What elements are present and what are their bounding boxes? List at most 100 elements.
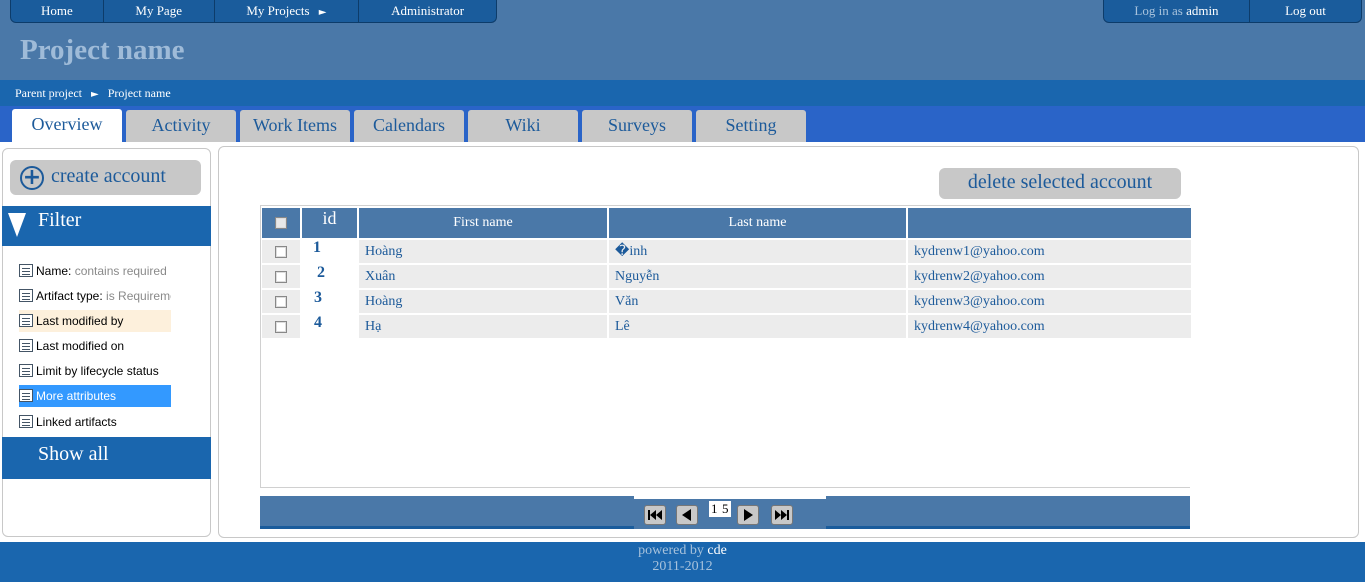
delete-selected-button[interactable]: delete selected account	[939, 168, 1181, 199]
breadcrumb-current: Project name	[107, 86, 171, 100]
pager-controls: 1 5	[634, 496, 826, 529]
filter-item-linked-artifacts[interactable]: Linked artifacts	[19, 411, 171, 433]
lifecycle-icon	[19, 364, 33, 377]
row-select-cell	[262, 290, 300, 313]
sidebar: + create account Filter Name: contains r…	[2, 148, 211, 537]
cell-first-name: Hoàng	[359, 240, 607, 263]
tab-activity[interactable]: Activity	[126, 110, 236, 142]
tab-setting[interactable]: Setting	[696, 110, 806, 142]
create-account-button[interactable]: + create account	[10, 160, 201, 195]
cell-last-name: Văn	[609, 290, 906, 313]
next-page-button[interactable]	[737, 505, 759, 525]
tab-overview[interactable]: Overview	[12, 109, 122, 142]
filter-item-last-modified-by[interactable]: Last modified by	[19, 310, 171, 332]
filter-item-label: Last modified on	[36, 339, 125, 353]
arrow-right-icon: ►	[318, 7, 327, 18]
prev-page-icon	[682, 509, 691, 521]
cell-id: 3	[302, 290, 357, 313]
row-checkbox[interactable]	[275, 295, 287, 308]
filter-item-label: Linked artifacts	[36, 415, 117, 429]
login-user: admin	[1186, 3, 1219, 18]
pager-controls-bg: 1 5	[634, 499, 826, 529]
artifact-icon	[19, 289, 33, 302]
first-page-button[interactable]	[644, 505, 666, 525]
cell-id: 1	[302, 240, 357, 263]
filter-header[interactable]: Filter	[2, 206, 211, 246]
list-icon	[19, 264, 33, 277]
breadcrumb-parent[interactable]: Parent project	[15, 86, 82, 100]
breadcrumb-separator-icon: ►	[90, 89, 99, 100]
cell-id: 2	[302, 265, 357, 288]
tab-work-items[interactable]: Work Items	[240, 110, 350, 142]
nav-my-projects-label: My Projects	[246, 3, 310, 18]
tab-bar: Overview Activity Work Items Calendars W…	[0, 106, 1365, 142]
row-checkbox[interactable]	[275, 245, 287, 258]
cell-email: kydrenw3@yahoo.com	[908, 290, 1191, 313]
pager: 1 5	[260, 496, 1190, 529]
logout-link[interactable]: Log out	[1250, 0, 1361, 22]
list-icon	[19, 389, 33, 402]
row-select-cell	[262, 240, 300, 263]
header-last-name[interactable]: Last name	[609, 208, 906, 238]
triangle-down-icon	[8, 213, 26, 237]
filter-item-name[interactable]: Name: contains required	[19, 260, 171, 282]
total-pages: 5	[720, 501, 731, 517]
nav-my-page[interactable]: My Page	[104, 0, 215, 22]
nav-administrator[interactable]: Administrator	[359, 0, 496, 22]
cell-email: kydrenw1@yahoo.com	[908, 240, 1191, 263]
footer: powered by cde 2011-2012	[0, 542, 1365, 582]
filter-item-lifecycle-status[interactable]: Limit by lifecycle status	[19, 360, 171, 382]
cell-email: kydrenw2@yahoo.com	[908, 265, 1191, 288]
current-page: 1	[709, 501, 720, 517]
powered-name[interactable]: cde	[707, 543, 726, 558]
last-page-button[interactable]	[771, 505, 793, 525]
table-row[interactable]: 1 Hoàng �inh kydrenw1@yahoo.com	[261, 240, 1191, 263]
filter-item-label: Artifact type:	[36, 289, 103, 303]
cell-first-name: Xuân	[359, 265, 607, 288]
select-all-cell	[262, 208, 300, 238]
prev-page-button[interactable]	[676, 505, 698, 525]
cell-first-name: Hạ	[359, 315, 607, 338]
breadcrumb: Parent project ► Project name	[0, 80, 1365, 106]
filter-item-last-modified-on[interactable]: Last modified on	[19, 335, 171, 357]
filter-item-label: Name:	[36, 264, 72, 278]
nav-my-projects[interactable]: My Projects ►	[215, 0, 360, 22]
row-checkbox[interactable]	[275, 270, 287, 283]
powered-by: powered by cde	[0, 543, 1365, 559]
table-row[interactable]: 2 Xuân Nguyễn kydrenw2@yahoo.com	[261, 265, 1191, 288]
footer-years: 2011-2012	[652, 559, 713, 574]
top-header: Home My Page My Projects ► Administrator…	[0, 0, 1365, 80]
filter-label: Filter	[38, 209, 82, 231]
filter-item-artifact-type[interactable]: Artifact type: is Requirement	[19, 285, 171, 307]
filter-item-value: contains required	[74, 264, 167, 278]
first-page-icon	[648, 510, 662, 520]
cell-last-name: �inh	[609, 240, 906, 263]
user-nav: Log in as admin Log out	[1103, 0, 1362, 23]
row-checkbox[interactable]	[275, 320, 287, 333]
filter-item-label: Last modified by	[36, 314, 124, 328]
tab-wiki[interactable]: Wiki	[468, 110, 578, 142]
table-header: id First name Last name	[261, 208, 1191, 238]
table-row[interactable]: 4 Hạ Lê kydrenw4@yahoo.com	[261, 315, 1191, 338]
cell-last-name: Nguyễn	[609, 265, 906, 288]
filter-item-label: Limit by lifecycle status	[36, 364, 159, 378]
row-select-cell	[262, 315, 300, 338]
filter-item-more-attributes[interactable]: More attributes	[19, 385, 171, 407]
cell-id: 4	[302, 315, 357, 338]
header-email	[908, 208, 1191, 238]
table-row[interactable]: 3 Hoàng Văn kydrenw3@yahoo.com	[261, 290, 1191, 313]
powered-prefix: powered by	[638, 543, 704, 558]
accounts-table: id First name Last name 1 Hoàng �inh kyd…	[260, 205, 1191, 488]
tab-surveys[interactable]: Surveys	[582, 110, 692, 142]
show-all-button[interactable]: Show all	[2, 437, 211, 479]
cell-first-name: Hoàng	[359, 290, 607, 313]
create-account-label: create account	[51, 165, 166, 187]
tab-calendars[interactable]: Calendars	[354, 110, 464, 142]
header-id[interactable]: id	[302, 208, 357, 238]
main-panel: delete selected account id First name La…	[218, 146, 1359, 538]
login-status: Log in as admin	[1104, 0, 1250, 22]
header-first-name[interactable]: First name	[359, 208, 607, 238]
calendar-icon	[19, 339, 33, 352]
select-all-checkbox[interactable]	[275, 216, 287, 229]
nav-home[interactable]: Home	[11, 0, 104, 22]
